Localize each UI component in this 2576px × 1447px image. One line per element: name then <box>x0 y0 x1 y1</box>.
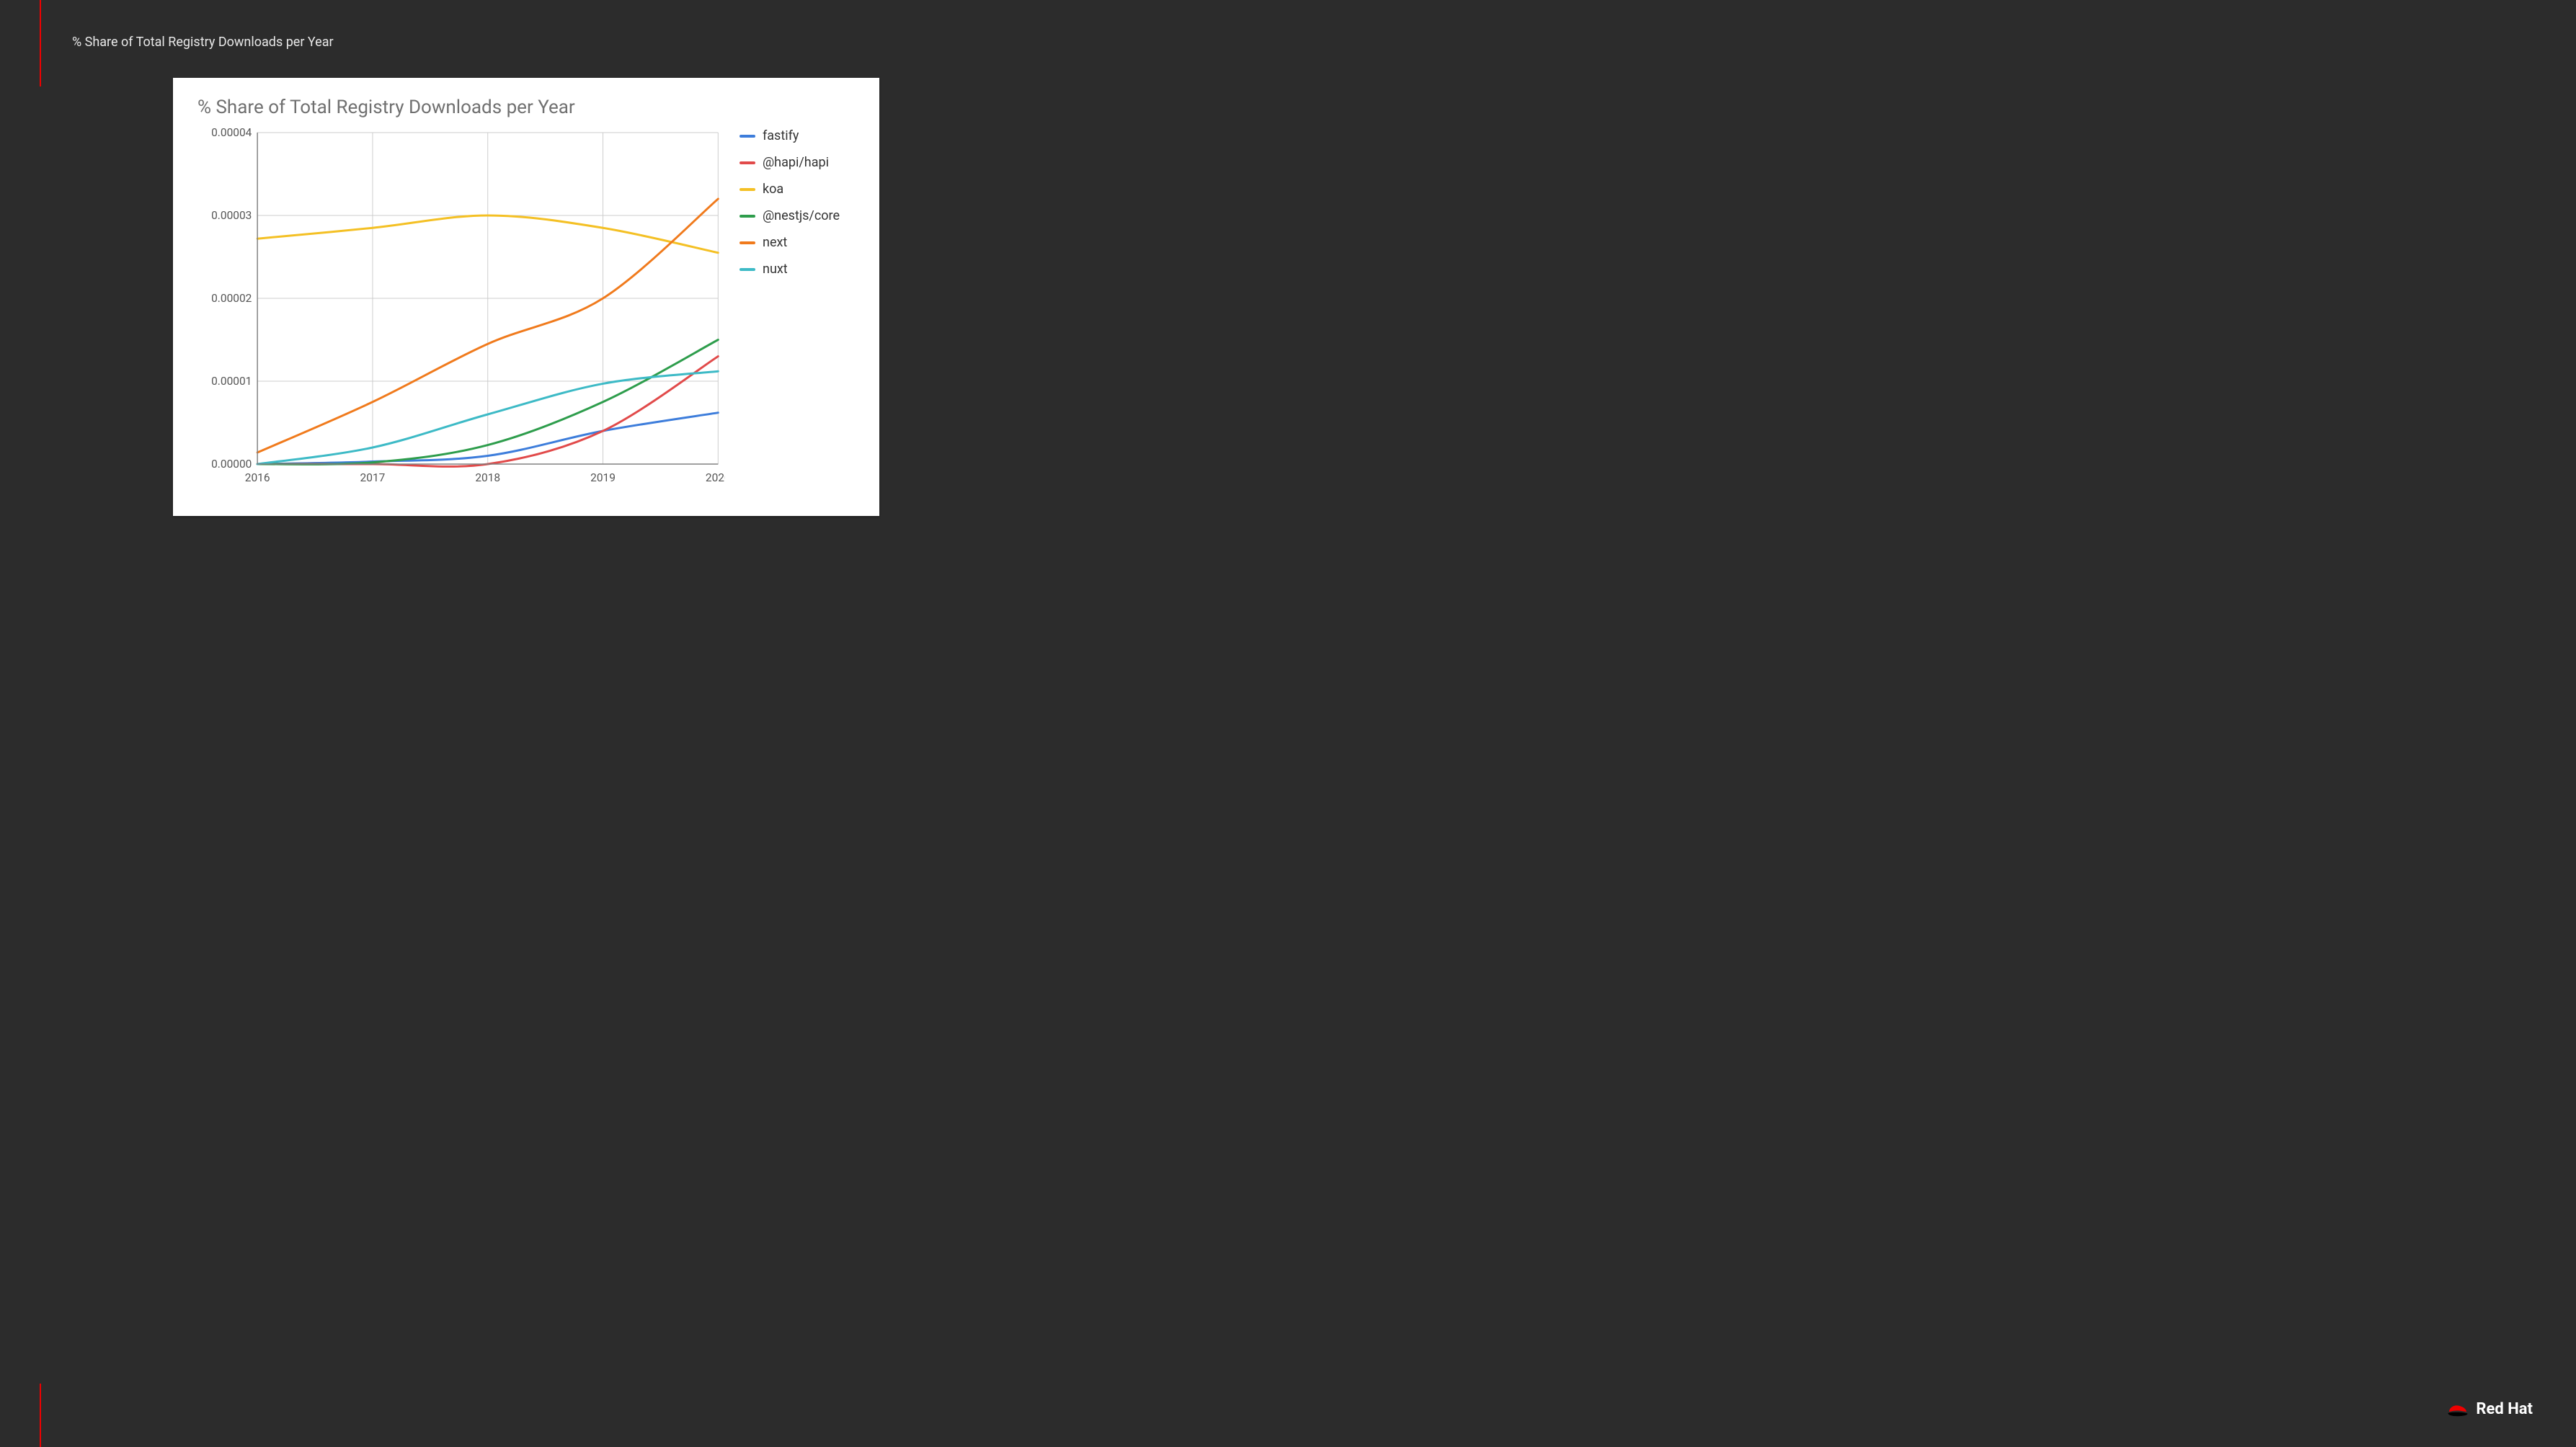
legend-label: @hapi/hapi <box>763 155 829 170</box>
y-tick-label: 0.00000 <box>211 457 252 471</box>
legend-swatch <box>740 135 755 138</box>
chart-title: % Share of Total Registry Downloads per … <box>197 97 862 118</box>
legend-item: @nestjs/core <box>740 208 862 223</box>
legend-item: next <box>740 235 862 250</box>
chart-body: 0.00000 0.00001 0.00002 0.00003 0.00004 2016 2… <box>195 125 862 493</box>
x-tick-label: 2018 <box>475 471 500 484</box>
accent-bar-top <box>40 0 41 86</box>
y-tick-label: 0.00001 <box>211 374 252 388</box>
x-tick-label: 2017 <box>360 471 386 484</box>
legend-label: @nestjs/core <box>763 208 840 223</box>
legend-item: @hapi/hapi <box>740 155 862 170</box>
legend-swatch <box>740 215 755 218</box>
legend-label: next <box>763 235 787 250</box>
legend-swatch <box>740 161 755 164</box>
legend-swatch <box>740 188 755 191</box>
legend-item: nuxt <box>740 262 862 277</box>
accent-bar-bottom <box>40 1384 41 1447</box>
legend-item: koa <box>740 182 862 197</box>
y-tick-label: 0.00002 <box>211 291 252 305</box>
legend-label: koa <box>763 182 783 197</box>
brand-logo: Red Hat <box>2446 1399 2533 1418</box>
slide-root: % Share of Total Registry Downloads per … <box>0 0 2576 1447</box>
legend-label: nuxt <box>763 262 788 277</box>
x-tick-label: 2020 <box>706 471 725 484</box>
legend-swatch <box>740 241 755 244</box>
legend-item: fastify <box>740 128 862 143</box>
chart-plot: 0.00000 0.00001 0.00002 0.00003 0.00004 2016 2… <box>195 125 725 493</box>
page-title: % Share of Total Registry Downloads per … <box>72 35 334 50</box>
x-tick-label: 2016 <box>245 471 270 484</box>
legend-label: fastify <box>763 128 799 143</box>
redhat-icon <box>2446 1399 2470 1418</box>
brand-text: Red Hat <box>2476 1400 2533 1418</box>
chart-legend: fastify @hapi/hapi koa @nestjs/core next nuxt <box>725 125 862 493</box>
legend-swatch <box>740 268 755 271</box>
x-tick-label: 2019 <box>590 471 616 484</box>
y-tick-label: 0.00003 <box>211 208 252 222</box>
y-tick-label: 0.00004 <box>211 125 252 139</box>
chart-card: % Share of Total Registry Downloads per … <box>173 78 879 516</box>
